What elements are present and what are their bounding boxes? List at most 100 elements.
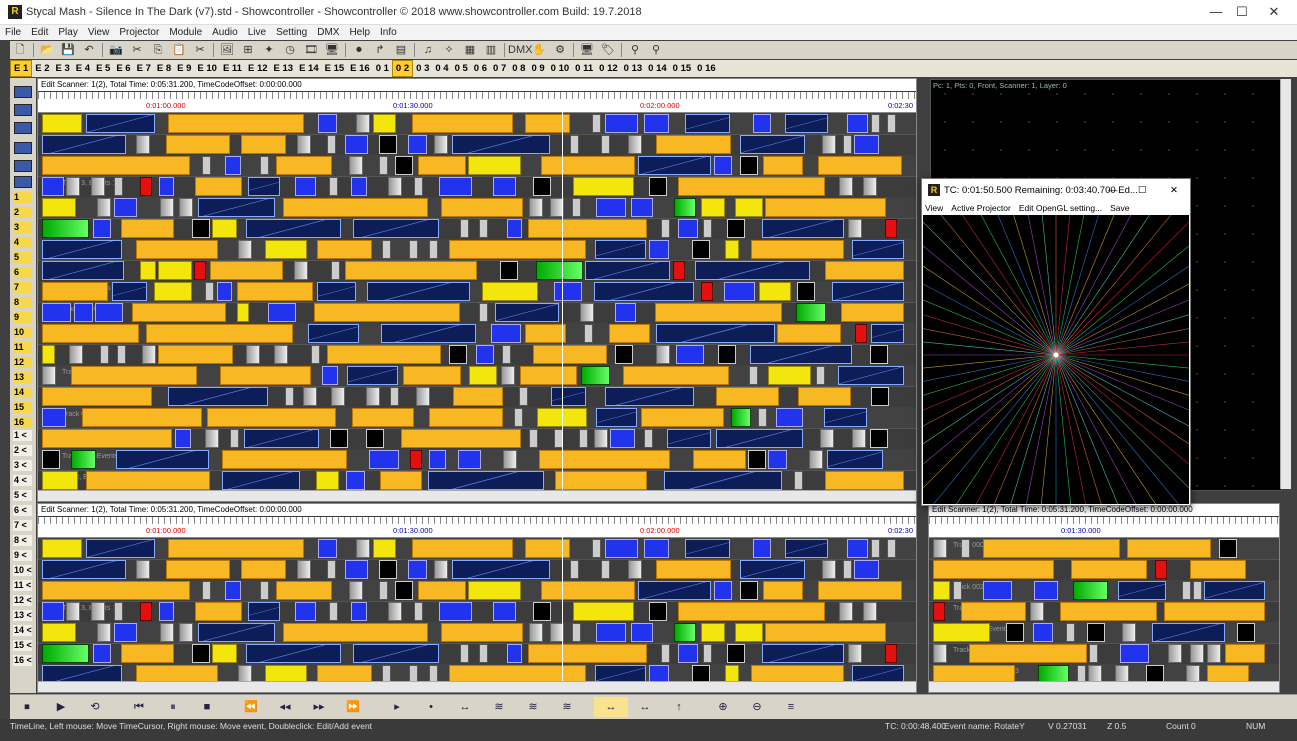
timeline-event[interactable] — [434, 560, 448, 579]
timeline-event[interactable] — [416, 387, 430, 406]
timeline-event[interactable] — [724, 282, 755, 301]
timeline-event[interactable] — [692, 240, 710, 259]
track-lane[interactable]: Track 016, Events 11 — [38, 449, 916, 471]
timeline-event[interactable] — [331, 387, 345, 406]
timeline-event[interactable] — [308, 324, 359, 343]
timeline-event[interactable] — [160, 198, 174, 217]
gutter-group-8[interactable]: 8 < — [13, 535, 32, 546]
laser-render-canvas[interactable] — [656, 0, 1297, 741]
track-lane[interactable]: Track 1, Events 15 — [38, 134, 916, 156]
timeline-event[interactable] — [318, 114, 337, 133]
pause-icon[interactable]: ⏸ — [156, 697, 190, 717]
gutter-track-15[interactable]: 15 — [13, 402, 32, 413]
tab-016[interactable]: 0 16 — [694, 61, 719, 76]
track-lanes[interactable]: Track 1, Events 15Track 2, Events 15Trac… — [38, 538, 916, 686]
timeline-event[interactable] — [168, 539, 304, 558]
timeline-event[interactable] — [685, 539, 730, 558]
timeline-event[interactable] — [168, 387, 268, 406]
timeline-event[interactable] — [843, 135, 852, 154]
timeline-event[interactable] — [768, 450, 787, 469]
timeline-event[interactable] — [594, 429, 608, 448]
timeline-event[interactable] — [983, 581, 1012, 600]
timeline-event[interactable] — [716, 429, 803, 448]
track-lane[interactable] — [38, 643, 916, 665]
timeline-event[interactable] — [317, 282, 356, 301]
timeline-event[interactable] — [714, 581, 732, 600]
music-icon[interactable]: ♫ — [418, 42, 438, 58]
opengl-maximize-button[interactable]: ☐ — [1138, 185, 1147, 196]
timeline-event[interactable] — [66, 602, 80, 621]
timeline-event[interactable] — [439, 177, 472, 196]
timeline-event[interactable] — [205, 282, 214, 301]
timeline-event[interactable] — [656, 324, 775, 343]
timeline-event[interactable] — [441, 198, 523, 217]
gutter-group-9[interactable]: 9 < — [13, 550, 32, 561]
track-lane[interactable]: Track 005 — [929, 643, 1279, 665]
wand-icon[interactable]: ✦ — [259, 42, 279, 58]
timeline-event[interactable] — [809, 450, 823, 469]
track-lane[interactable]: Track 001 — [929, 559, 1279, 581]
timeline-event[interactable] — [246, 219, 341, 238]
timeline-event[interactable] — [158, 345, 233, 364]
image-icon[interactable]: 🖼 — [217, 42, 237, 58]
timeline-event[interactable] — [664, 471, 782, 490]
timeline-event[interactable] — [961, 539, 970, 558]
time-ruler[interactable]: 0:01:00.000 0:01:30.000 0:02:00.000 0:02… — [38, 92, 916, 113]
timeline-event[interactable] — [678, 644, 698, 663]
timeline-event[interactable] — [117, 345, 126, 364]
timeline-event[interactable] — [168, 114, 304, 133]
timeline-event[interactable] — [412, 539, 513, 558]
timeline-event[interactable] — [367, 282, 470, 301]
timeline-event[interactable] — [295, 602, 316, 621]
timeline-event[interactable] — [841, 303, 904, 322]
timeline-event[interactable] — [827, 450, 883, 469]
timeline-event[interactable] — [933, 560, 1054, 579]
menu-play[interactable]: Play — [53, 27, 82, 38]
timeline-event[interactable] — [765, 623, 886, 642]
timeline-event[interactable] — [594, 282, 694, 301]
timeline-event[interactable] — [623, 366, 729, 385]
timeline-event[interactable] — [222, 471, 300, 490]
maximize-button[interactable]: ☐ — [1226, 0, 1258, 24]
timeline-event[interactable] — [66, 177, 80, 196]
timeline-event[interactable] — [311, 345, 320, 364]
timeline-event[interactable] — [166, 135, 230, 154]
timeline-event[interactable] — [661, 644, 670, 663]
timeline-event[interactable] — [649, 240, 669, 259]
timeline-event[interactable] — [847, 539, 868, 558]
track-lane[interactable]: Track 10, Events 15 — [38, 323, 916, 345]
timeline-event[interactable] — [318, 539, 337, 558]
tab-015[interactable]: 0 15 — [670, 61, 695, 76]
gutter-track-5[interactable]: 5 — [13, 252, 32, 263]
timeline-event[interactable] — [237, 282, 313, 301]
timeline-event[interactable] — [408, 135, 427, 154]
timeline-event[interactable] — [356, 539, 370, 558]
timeline-event[interactable] — [140, 602, 152, 621]
timeline-event[interactable] — [1030, 602, 1044, 621]
timeline-event[interactable] — [816, 366, 825, 385]
timeline-event[interactable] — [409, 240, 418, 259]
opengl-window[interactable]: R TC: 0:01:50.500 Remaining: 0:03:40.700… — [656, 0, 1297, 741]
timeline-event[interactable] — [418, 156, 466, 175]
tab-03[interactable]: 0 3 — [413, 61, 432, 76]
timeline-event[interactable] — [349, 581, 363, 600]
timeline-event[interactable] — [42, 602, 64, 621]
timeline-event[interactable] — [493, 177, 516, 196]
timeline-event[interactable] — [42, 429, 172, 448]
timeline-event[interactable] — [1190, 560, 1246, 579]
timeline-event[interactable] — [716, 387, 779, 406]
tab-e7[interactable]: E 7 — [134, 61, 154, 76]
timeline-event[interactable] — [818, 156, 902, 175]
timeline-event[interactable] — [428, 471, 544, 490]
tab-e9[interactable]: E 9 — [174, 61, 194, 76]
tab-05[interactable]: 0 5 — [452, 61, 471, 76]
timeline-event[interactable] — [673, 261, 685, 280]
timeline-event[interactable] — [843, 560, 852, 579]
timeline-event[interactable] — [418, 581, 466, 600]
timeline-event[interactable] — [525, 324, 566, 343]
timeline-event[interactable] — [495, 303, 559, 322]
timeline-event[interactable] — [388, 602, 402, 621]
timeline-event[interactable] — [520, 366, 577, 385]
tab-e12[interactable]: E 12 — [245, 61, 271, 76]
timeline-event[interactable] — [248, 602, 280, 621]
